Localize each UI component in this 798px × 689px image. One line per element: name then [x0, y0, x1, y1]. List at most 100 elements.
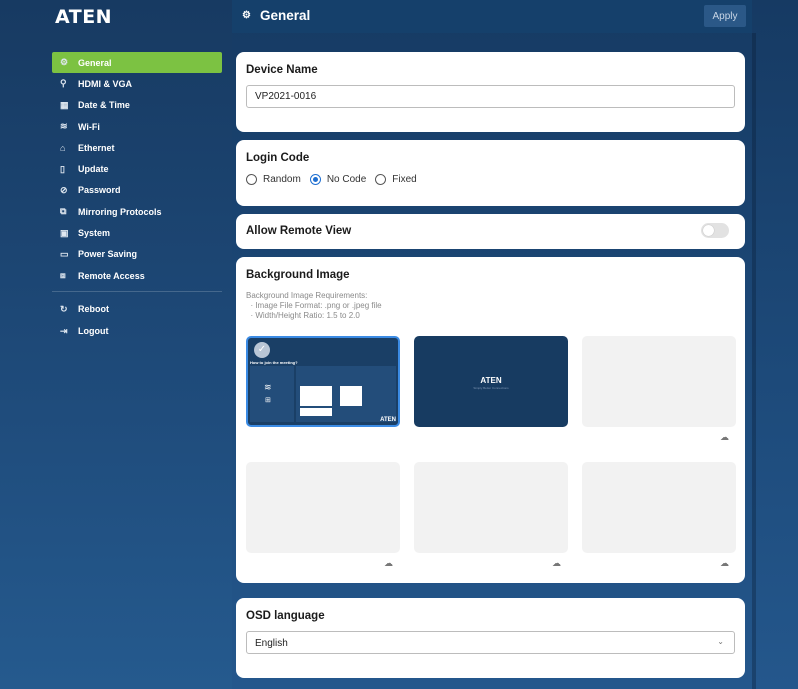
network-icon: ⊞	[265, 397, 271, 404]
background-slot-6[interactable]	[582, 462, 736, 553]
wifi-icon: ≋	[60, 121, 68, 132]
logout-icon: ⇥	[60, 325, 68, 336]
sidebar-item-power-saving[interactable]: ▭ Power Saving	[52, 244, 222, 265]
login-code-title: Login Code	[246, 152, 310, 164]
sidebar-item-password[interactable]: ⊘ Password	[52, 180, 222, 201]
thumb-1-title: How to join the meeting?	[250, 360, 298, 365]
login-code-options: Random No Code Fixed	[246, 174, 426, 185]
sidebar-item-label: System	[78, 228, 111, 239]
requirements-ratio: · Width/Height Ratio: 1.5 to 2.0	[246, 311, 360, 320]
radio-random-dot[interactable]	[246, 174, 257, 185]
background-thumb-1[interactable]: ✓ How to join the meeting? ≋ ⊞ ATEN	[246, 336, 400, 427]
radio-fixed[interactable]: Fixed	[375, 174, 417, 185]
sidebar-item-system[interactable]: ▣ System	[52, 222, 222, 243]
osd-language-select[interactable]: English ⌄	[246, 631, 735, 654]
thumb-1-mini-card	[340, 386, 362, 406]
osd-language-title: OSD language	[246, 610, 325, 622]
radio-fixed-dot[interactable]	[375, 174, 387, 185]
radio-random-label: Random	[263, 174, 301, 185]
power-saving-icon: ▭	[60, 248, 69, 259]
thumb-1-mini-card	[300, 408, 332, 416]
settings-icon: ⚙	[60, 57, 69, 68]
mirroring-icon: ⧉	[60, 206, 67, 217]
background-image-card: Background Image Background Image Requir…	[236, 257, 745, 583]
device-name-title: Device Name	[246, 64, 318, 76]
sidebar-item-remote-access[interactable]: ⧈ Remote Access	[52, 265, 222, 286]
page-title-wrap: ⚙ General	[242, 8, 310, 23]
sidebar-item-label: Remote Access	[78, 270, 145, 281]
system-icon: ▣	[60, 227, 69, 238]
radio-no-code[interactable]: No Code	[309, 174, 367, 185]
background-slot-4[interactable]	[246, 462, 400, 553]
update-icon: ▯	[60, 163, 65, 174]
sidebar-item-label: Ethernet	[78, 142, 115, 153]
sidebar-divider	[52, 291, 222, 293]
radio-fixed-label: Fixed	[392, 174, 417, 185]
sidebar-item-label: Date & Time	[78, 100, 130, 111]
osd-language-value: English	[255, 638, 288, 649]
scrollbar[interactable]	[752, 33, 756, 689]
sidebar: ATEN ⚙ General ⚲ HDMI & VGA ▦ Date & Tim…	[0, 0, 232, 689]
ethernet-icon: ⌂	[60, 142, 66, 153]
chevron-down-icon: ⌄	[717, 637, 724, 646]
background-requirements: Background Image Requirements: · Image F…	[246, 291, 382, 321]
aten-logo: ATEN	[55, 6, 113, 28]
sidebar-item-label: Mirroring Protocols	[78, 206, 162, 217]
remote-access-icon: ⧈	[60, 270, 66, 281]
device-name-input[interactable]	[246, 85, 735, 108]
reboot-icon: ↻	[60, 303, 68, 314]
radio-random[interactable]: Random	[246, 174, 301, 185]
toggle-knob	[703, 225, 714, 236]
requirements-heading: Background Image Requirements:	[246, 291, 368, 300]
sidebar-item-label: General	[78, 57, 112, 68]
page-header: ⚙ General Apply	[232, 0, 752, 33]
sidebar-item-label: HDMI & VGA	[78, 78, 132, 89]
sidebar-item-label: Password	[78, 185, 121, 196]
sidebar-item-label: Logout	[78, 326, 109, 337]
apply-button[interactable]: Apply	[704, 5, 746, 27]
sidebar-item-reboot[interactable]: ↻ Reboot	[52, 298, 222, 320]
sidebar-item-update[interactable]: ▯ Update	[52, 158, 222, 179]
upload-cloud-icon[interactable]: ☁	[720, 432, 729, 443]
sidebar-item-label: Power Saving	[78, 249, 138, 260]
login-code-card: Login Code Random No Code Fixed	[236, 140, 745, 206]
wifi-icon: ≋	[264, 382, 272, 392]
sidebar-item-hdmi-vga[interactable]: ⚲ HDMI & VGA	[52, 73, 222, 94]
thumb-1-panel-left	[250, 366, 294, 422]
sidebar-item-ethernet[interactable]: ⌂ Ethernet	[52, 137, 222, 158]
sidebar-item-label: Reboot	[78, 304, 109, 315]
sidebar-item-general[interactable]: ⚙ General	[52, 52, 222, 74]
settings-icon: ⚙	[242, 10, 251, 21]
device-name-card: Device Name	[236, 52, 745, 132]
hdmi-vga-icon: ⚲	[60, 78, 67, 89]
thumb-2-aten-logo: ATEN	[480, 376, 502, 385]
requirements-format: · Image File Format: .png or .jpeg file	[246, 301, 382, 310]
background-slot-5[interactable]	[414, 462, 568, 553]
page-title: General	[259, 8, 311, 23]
radio-no-code-label: No Code	[326, 174, 367, 185]
upload-cloud-icon[interactable]: ☁	[384, 558, 393, 569]
sidebar-nav: ⚙ General ⚲ HDMI & VGA ▦ Date & Time ≋ W…	[52, 52, 222, 342]
background-slot-3[interactable]	[582, 336, 736, 427]
radio-no-code-dot[interactable]	[309, 174, 321, 185]
background-image-title: Background Image	[246, 269, 350, 281]
sidebar-item-label: Wi-Fi	[78, 121, 100, 132]
remote-view-title: Allow Remote View	[246, 225, 352, 237]
osd-language-card: OSD language English ⌄	[236, 598, 745, 678]
calendar-icon: ▦	[60, 99, 69, 110]
remote-view-toggle[interactable]	[701, 223, 729, 238]
password-icon: ⊘	[60, 184, 68, 195]
thumb-2-tagline: Simply Better Connections	[473, 386, 509, 390]
thumb-1-aten-logo: ATEN	[380, 417, 396, 423]
upload-cloud-icon[interactable]: ☁	[720, 558, 729, 569]
remote-view-card: Allow Remote View	[236, 214, 745, 249]
sidebar-item-wifi[interactable]: ≋ Wi-Fi	[52, 116, 222, 137]
background-thumb-2[interactable]: ATEN Simply Better Connections	[414, 336, 568, 427]
thumb-1-mini-card	[300, 386, 332, 406]
sidebar-item-logout[interactable]: ⇥ Logout	[52, 320, 222, 342]
check-icon: ✓	[254, 342, 270, 358]
sidebar-item-date-time[interactable]: ▦ Date & Time	[52, 95, 222, 116]
sidebar-item-mirroring-protocols[interactable]: ⧉ Mirroring Protocols	[52, 201, 222, 222]
upload-cloud-icon[interactable]: ☁	[552, 558, 561, 569]
sidebar-item-label: Update	[78, 164, 109, 175]
